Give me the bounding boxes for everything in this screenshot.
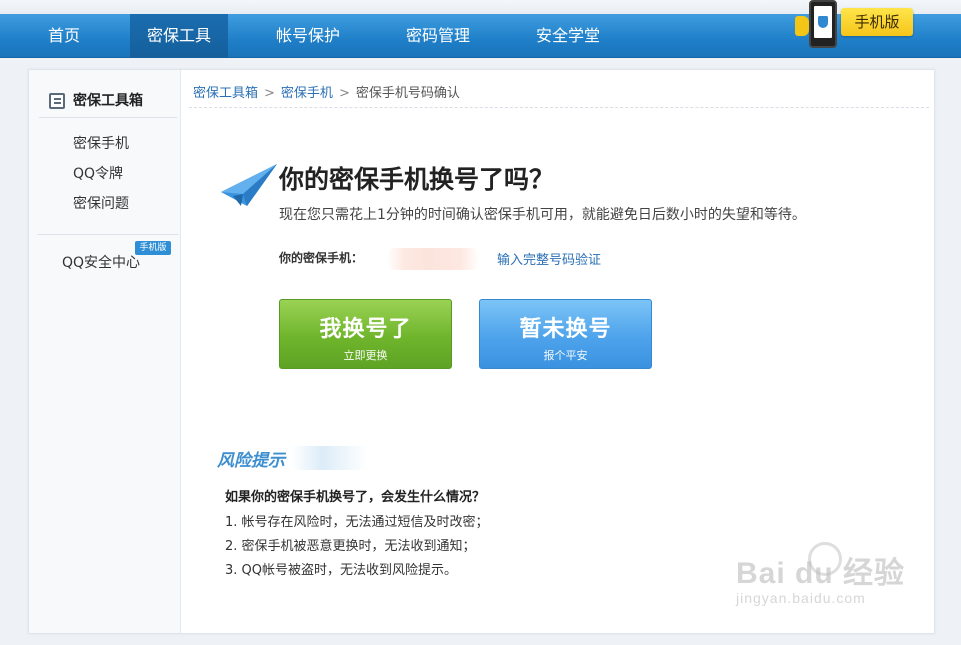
nav-account-protection-label: 帐号保护 [275, 26, 340, 45]
masked-phone-number [387, 248, 479, 270]
number-not-changed-title: 暂未换号 [519, 317, 612, 342]
risk-notice-title: 风险提示 [217, 446, 367, 471]
sidebar-item-security-phone[interactable]: 密保手机 [73, 133, 129, 153]
breadcrumb-separator: > [264, 86, 275, 101]
security-phone-label: 你的密保手机： [279, 251, 364, 265]
mobile-version-badge[interactable]: 手机版 [795, 0, 925, 58]
number-changed-button[interactable]: 我换号了 立即更换 [279, 299, 452, 369]
nav-security-school-label: 安全学堂 [535, 26, 600, 45]
breadcrumb-separator: > [338, 86, 350, 101]
sidebar-item-qq-token[interactable]: QQ令牌 [73, 163, 123, 183]
hand-icon [795, 16, 809, 36]
paw-icon [808, 542, 842, 576]
mobile-badge: 手机版 [135, 241, 171, 255]
page-subtitle: 现在您只需花上1分钟的时间确认密保手机可用，就能避免日后数小时的失望和等待。 [279, 207, 806, 223]
risk-item: 1. 帐号存在风险时，无法通过短信及时改密； [225, 515, 489, 530]
number-changed-title: 我换号了 [319, 317, 412, 342]
watermark-url: jingyan.baidu.com [736, 590, 866, 606]
nav-security-school[interactable]: 安全学堂 [518, 14, 618, 58]
nav-password-management[interactable]: 密码管理 [388, 14, 488, 58]
risk-item: 2. 密保手机被恶意更换时，无法收到通知； [225, 539, 476, 554]
phone-icon [809, 0, 837, 48]
baidu-jingyan-watermark: Bai du 经验 jingyan.baidu.com [736, 542, 911, 618]
breadcrumb-toolbox[interactable]: 密保工具箱 [193, 86, 258, 101]
sidebar: 密保工具箱 密保手机 QQ令牌 密保问题 QQ安全中心 手机版 [29, 70, 181, 633]
verify-full-number-link[interactable]: 输入完整号码验证 [497, 249, 601, 268]
mobile-version-label: 手机版 [841, 8, 913, 36]
nav-security-tools-label: 密保工具 [146, 26, 211, 45]
nav-home[interactable]: 首页 [0, 14, 128, 58]
nav-account-protection[interactable]: 帐号保护 [258, 14, 358, 58]
breadcrumb-divider [189, 107, 929, 108]
breadcrumb-security-phone[interactable]: 密保手机 [281, 86, 333, 101]
toolbox-icon [49, 93, 65, 109]
paper-plane-icon [221, 164, 277, 206]
number-not-changed-button[interactable]: 暂未换号 报个平安 [479, 299, 652, 369]
sidebar-title: 密保工具箱 [39, 88, 177, 118]
nav-password-management-label: 密码管理 [405, 26, 470, 45]
number-not-changed-subtitle: 报个平安 [543, 349, 588, 362]
sidebar-title-text: 密保工具箱 [73, 93, 143, 109]
page-title: 你的密保手机换号了吗？ [279, 165, 555, 194]
sidebar-divider [37, 234, 179, 235]
nav-security-tools[interactable]: 密保工具 [130, 14, 228, 58]
sidebar-item-qq-security-center[interactable]: QQ安全中心 [62, 252, 140, 272]
number-changed-subtitle: 立即更换 [343, 349, 388, 362]
risk-item: 3. QQ帐号被盗时，无法收到风险提示。 [225, 563, 458, 578]
shield-icon [818, 16, 828, 28]
risk-question: 如果你的密保手机换号了，会发生什么情况？ [225, 490, 486, 505]
sidebar-item-security-question[interactable]: 密保问题 [73, 193, 129, 213]
breadcrumb: 密保工具箱 > 密保手机 > 密保手机号码确认 [193, 82, 460, 101]
breadcrumb-current: 密保手机号码确认 [355, 86, 460, 101]
nav-home-label: 首页 [47, 26, 80, 45]
